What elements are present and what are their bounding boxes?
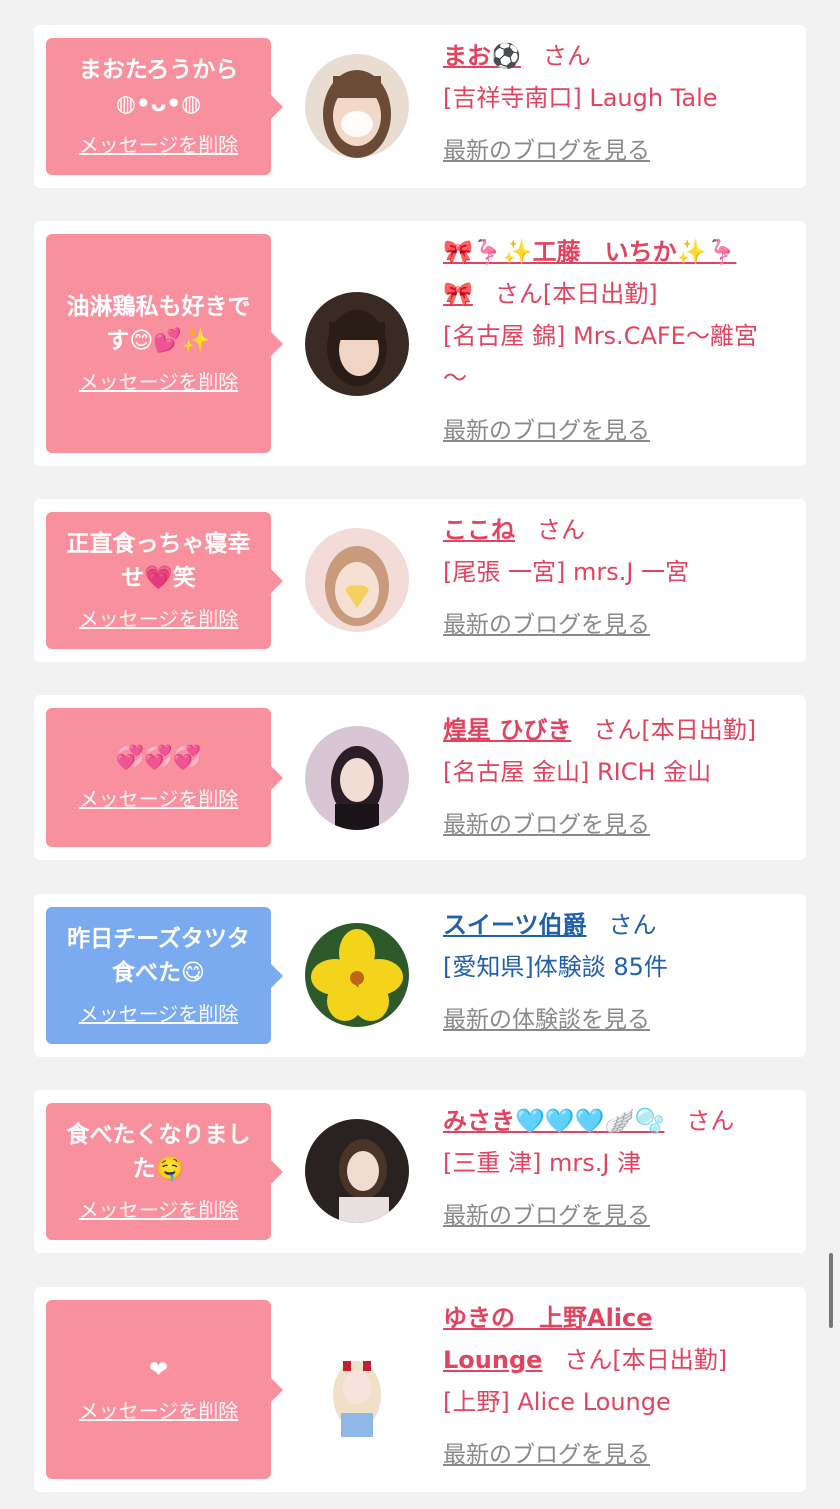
message-text-line1: 食べたくなりまし xyxy=(66,1122,251,1148)
delete-message-link[interactable]: メッセージを削除 xyxy=(79,603,239,632)
shop-name: [尾張 一宮] mrs.J 一宮 xyxy=(443,558,690,586)
message-card: 油淋鶏私も好きで す😊💕✨ メッセージを削除 🎀🦩✨工藤 いちか✨🦩 🎀 さん[本… xyxy=(34,221,806,466)
latest-review-link[interactable]: 最新の体験談を見る xyxy=(443,1007,650,1033)
member-info: みさき🩵🩵🩵🪽🫧 さん [三重 津] mrs.J 津 最新のブログを見る xyxy=(443,1100,792,1237)
status-badge: [本日出勤] xyxy=(612,1346,728,1374)
message-text-line2: 食べた😋 xyxy=(112,960,205,986)
member-info: まお⚽ さん [吉祥寺南口] Laugh Tale 最新のブログを見る xyxy=(443,35,792,172)
scrollbar[interactable] xyxy=(829,1253,833,1328)
message-text: ❤ xyxy=(148,1357,169,1383)
latest-blog-link[interactable]: 最新のブログを見る xyxy=(443,1203,650,1229)
message-card: 食べたくなりまし た🤤 メッセージを削除 みさき🩵🩵🩵🪽🫧 さん [三重 津] m… xyxy=(34,1090,806,1253)
latest-blog-link[interactable]: 最新のブログを見る xyxy=(443,612,650,638)
member-name-link-cont[interactable]: 🎀 xyxy=(443,280,473,308)
member-info: スイーツ伯爵 さん [愛知県]体験談 85件 最新の体験談を見る xyxy=(443,904,792,1041)
message-card: まおたろうから◍•ᴗ•◍ メッセージを削除 まお⚽ さん [吉祥寺南口] Laug… xyxy=(34,25,806,188)
member-info: 煌星 ひびき さん[本日出勤] [名古屋 金山] RICH 金山 最新のブログを見… xyxy=(443,709,792,846)
member-info: ゆきの 上野Alice Lounge さん[本日出勤] [上野] Alice Lo… xyxy=(443,1297,792,1476)
message-text-line1: 正直食っちゃ寝幸 xyxy=(66,531,251,557)
message-bubble: 💞💞💞 メッセージを削除 xyxy=(46,708,283,847)
shop-name-cont: 〜 xyxy=(443,364,467,392)
avatar[interactable] xyxy=(305,528,409,632)
message-text: 💞💞💞 xyxy=(115,745,202,771)
honorific: さん xyxy=(564,1346,613,1374)
member-name-link-cont[interactable]: Lounge xyxy=(443,1346,542,1374)
message-card: 昨日チーズタツタ 食べた😋 メッセージを削除 スイーツ伯爵 さん [愛知県]体験談… xyxy=(34,894,806,1057)
message-card: 💞💞💞 メッセージを削除 煌星 ひびき さん[本日出勤] [名古屋 金山] RIC… xyxy=(34,695,806,860)
shop-name: [名古屋 金山] RICH 金山 xyxy=(443,758,712,786)
honorific: さん xyxy=(537,516,585,544)
latest-blog-link[interactable]: 最新のブログを見る xyxy=(443,138,650,164)
message-bubble: 正直食っちゃ寝幸 せ💗笑 メッセージを削除 xyxy=(46,512,283,649)
delete-message-link[interactable]: メッセージを削除 xyxy=(79,366,239,395)
delete-message-link[interactable]: メッセージを削除 xyxy=(79,1194,239,1223)
honorific: さん xyxy=(593,716,642,744)
member-name-link[interactable]: まお⚽ xyxy=(443,42,521,70)
member-name-link[interactable]: 🎀🦩✨工藤 いちか✨🦩 xyxy=(443,238,736,266)
message-text-line2: た🤤 xyxy=(132,1156,185,1182)
member-info: ここね さん [尾張 一宮] mrs.J 一宮 最新のブログを見る xyxy=(443,509,792,646)
message-text-line1: 油淋鶏私も好きで xyxy=(66,294,251,320)
status-badge: [本日出勤] xyxy=(542,280,658,308)
message-bubble: ❤ メッセージを削除 xyxy=(46,1300,283,1479)
message-text-line2: せ💗笑 xyxy=(121,565,196,591)
honorific: さん xyxy=(494,280,543,308)
delete-message-link[interactable]: メッセージを削除 xyxy=(79,129,239,158)
delete-message-link[interactable]: メッセージを削除 xyxy=(79,998,239,1027)
avatar[interactable] xyxy=(305,292,409,396)
review-count: [愛知県]体験談 85件 xyxy=(443,953,668,981)
member-info: 🎀🦩✨工藤 いちか✨🦩 🎀 さん[本日出勤] [名古屋 錦] Mrs.CAFE〜離… xyxy=(443,231,792,452)
member-name-link[interactable]: ここね xyxy=(443,516,515,544)
latest-blog-link[interactable]: 最新のブログを見る xyxy=(443,812,650,838)
latest-blog-link[interactable]: 最新のブログを見る xyxy=(443,1442,650,1468)
latest-blog-link[interactable]: 最新のブログを見る xyxy=(443,418,650,444)
avatar[interactable] xyxy=(305,1119,409,1223)
message-text-line1: 昨日チーズタツタ xyxy=(67,926,250,952)
avatar[interactable] xyxy=(305,54,409,158)
avatar[interactable] xyxy=(305,1339,409,1443)
avatar[interactable] xyxy=(305,726,409,830)
message-card: 正直食っちゃ寝幸 せ💗笑 メッセージを削除 ここね さん [尾張 一宮] mrs.… xyxy=(34,499,806,662)
message-bubble: 食べたくなりまし た🤤 メッセージを削除 xyxy=(46,1103,283,1240)
avatar[interactable] xyxy=(305,923,409,1027)
honorific: さん xyxy=(608,911,657,939)
member-name-link[interactable]: ゆきの 上野Alice xyxy=(443,1304,653,1332)
member-name-link[interactable]: みさき🩵🩵🩵🪽🫧 xyxy=(443,1107,664,1135)
message-bubble: 昨日チーズタツタ 食べた😋 メッセージを削除 xyxy=(46,907,283,1044)
member-name-link[interactable]: スイーツ伯爵 xyxy=(443,911,587,939)
shop-name: [三重 津] mrs.J 津 xyxy=(443,1149,642,1177)
message-card: ❤ メッセージを削除 ゆきの 上野Alice Lounge さん[本日出勤] [上… xyxy=(34,1287,806,1492)
honorific: さん xyxy=(542,42,591,70)
honorific: さん xyxy=(686,1107,735,1135)
delete-message-link[interactable]: メッセージを削除 xyxy=(79,1395,239,1424)
message-text: まおたろうから◍•ᴗ•◍ xyxy=(78,57,239,117)
status-badge: [本日出勤] xyxy=(641,716,757,744)
shop-name: [上野] Alice Lounge xyxy=(443,1388,671,1416)
shop-name: [名古屋 錦] Mrs.CAFE〜離宮 xyxy=(443,322,758,350)
message-bubble: まおたろうから◍•ᴗ•◍ メッセージを削除 xyxy=(46,38,283,175)
member-name-link[interactable]: 煌星 ひびき xyxy=(443,716,571,744)
shop-name: [吉祥寺南口] Laugh Tale xyxy=(443,84,718,112)
message-text-line2: す😊💕✨ xyxy=(106,328,211,354)
delete-message-link[interactable]: メッセージを削除 xyxy=(79,783,239,812)
message-bubble: 油淋鶏私も好きで す😊💕✨ メッセージを削除 xyxy=(46,234,283,453)
